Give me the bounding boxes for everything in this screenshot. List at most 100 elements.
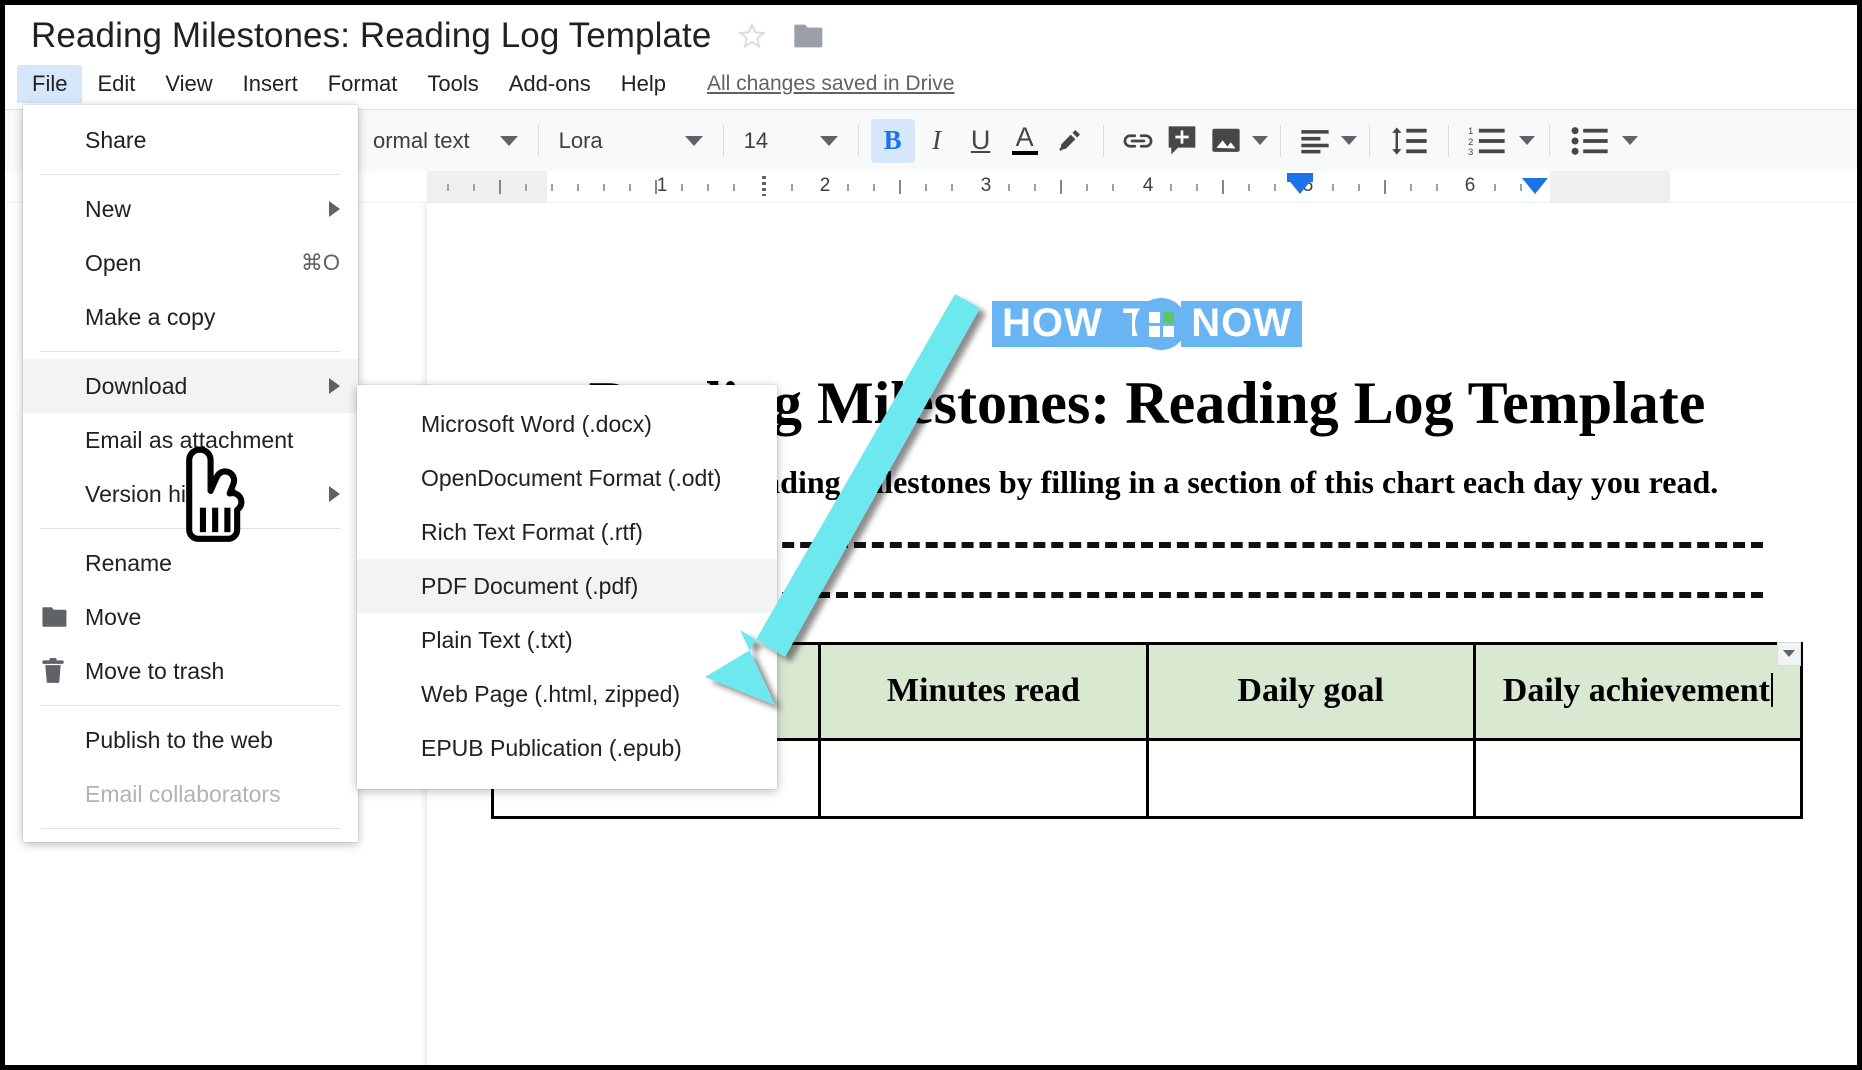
file-menu-item-move-to-trash[interactable]: Move to trash [23, 644, 358, 698]
ruler-right-margin [1550, 171, 1670, 202]
column-header-daily-goal[interactable]: Daily goal [1145, 641, 1476, 741]
download-item-web-page[interactable]: Web Page (.html, zipped) [357, 667, 777, 721]
bulleted-list-chevron-down-icon[interactable] [1621, 136, 1638, 145]
menu-tools[interactable]: Tools [412, 65, 493, 103]
menu-item-label: Move [85, 603, 142, 630]
right-indent-marker[interactable] [1522, 178, 1548, 194]
insert-image-button[interactable] [1204, 119, 1248, 163]
bulleted-list-icon [1571, 126, 1609, 156]
menu-separator [41, 351, 340, 352]
chevron-down-icon [499, 135, 518, 146]
insert-image-icon [1211, 127, 1241, 155]
menu-item-shortcut: ⌘O [300, 250, 340, 275]
align-icon [1300, 128, 1330, 154]
download-item-opendocument-format[interactable]: OpenDocument Format (.odt) [357, 451, 777, 505]
menu-view[interactable]: View [150, 65, 227, 103]
image-menu-chevron-down-icon[interactable] [1251, 136, 1268, 145]
underline-button[interactable]: U [959, 119, 1003, 163]
insert-link-icon [1121, 126, 1155, 156]
brand-logo: HOW T NOW [491, 298, 1803, 350]
folder-icon[interactable] [793, 22, 825, 50]
svg-text:1: 1 [1468, 126, 1473, 137]
table-resize-handle[interactable] [1777, 641, 1801, 666]
column-header-minutes-read[interactable]: Minutes read [818, 641, 1149, 741]
file-menu-item-new[interactable]: New [23, 182, 358, 236]
chevron-down-icon [1783, 650, 1795, 658]
insert-link-button[interactable] [1116, 119, 1160, 163]
ruler-number: 4 [1142, 175, 1154, 196]
star-outline-icon[interactable] [737, 21, 767, 51]
file-menu-item-share[interactable]: Share [23, 113, 358, 167]
toolbar-divider [857, 124, 859, 157]
ruler-left-margin [427, 171, 547, 202]
highlight-pen-icon [1054, 126, 1084, 156]
save-status-link[interactable]: All changes saved in Drive [707, 72, 954, 96]
menu-edit[interactable]: Edit [82, 65, 150, 103]
paragraph-style-select[interactable]: ormal text [365, 128, 526, 154]
file-menu-item-email-collaborators: Email collaborators [23, 767, 358, 821]
highlight-button[interactable] [1047, 119, 1091, 163]
numbered-list-button[interactable]: 1 2 3 [1461, 119, 1513, 163]
add-comment-button[interactable] [1160, 119, 1204, 163]
menu-item-label: New [85, 195, 132, 222]
menu-format[interactable]: Format [313, 65, 413, 103]
pointing-hand-cursor [186, 446, 245, 542]
logo-chart-icon [1135, 298, 1188, 350]
numbered-list-icon: 1 2 3 [1468, 126, 1506, 156]
italic-button[interactable]: I [915, 119, 959, 163]
file-menu-item-make-a-copy[interactable]: Make a copy [23, 290, 358, 344]
tab-stop-marker[interactable] [762, 176, 766, 196]
document-title[interactable]: Reading Milestones: Reading Log Template [31, 16, 711, 56]
left-indent-marker[interactable] [1287, 178, 1313, 194]
ruler-number: 2 [819, 175, 831, 196]
download-item-epub-publication[interactable]: EPUB Publication (.epub) [357, 721, 777, 775]
menu-help[interactable]: Help [606, 65, 681, 103]
chevron-down-icon [819, 135, 838, 146]
file-menu-item-publish-to-the-web[interactable]: Publish to the web [23, 713, 358, 767]
line-spacing-button[interactable] [1382, 119, 1436, 163]
google-docs-window: Reading Milestones: Reading Log Template… [0, 0, 1862, 1070]
submenu-arrow-icon [329, 486, 340, 502]
menu-item-label: Email collaborators [85, 780, 281, 807]
menu-item-label: Rename [85, 549, 172, 576]
toolbar-divider [1102, 124, 1104, 157]
download-item-microsoft-word[interactable]: Microsoft Word (.docx) [357, 397, 777, 451]
table-cell[interactable] [1145, 737, 1476, 819]
table-cell[interactable] [818, 737, 1149, 819]
text-color-letter: A [1015, 121, 1034, 152]
ruler-number: 6 [1464, 175, 1476, 196]
file-menu-item-open[interactable]: Open ⌘O [23, 236, 358, 290]
align-button[interactable] [1293, 119, 1337, 163]
text-color-button[interactable]: A [1003, 119, 1047, 163]
download-item-plain-text[interactable]: Plain Text (.txt) [357, 613, 777, 667]
file-menu-item-download[interactable]: Download [23, 359, 358, 413]
menu-insert[interactable]: Insert [228, 65, 313, 103]
text-cursor [1770, 673, 1773, 708]
download-submenu[interactable]: Microsoft Word (.docx) OpenDocument Form… [357, 385, 777, 789]
text-color-swatch [1011, 151, 1038, 156]
font-family-select[interactable]: Lora [551, 128, 711, 154]
numbered-list-chevron-down-icon[interactable] [1518, 136, 1535, 145]
menu-file[interactable]: File [17, 65, 83, 103]
bulleted-list-button[interactable] [1564, 119, 1616, 163]
menu-item-label: Download [85, 372, 188, 399]
download-item-rich-text-format[interactable]: Rich Text Format (.rtf) [357, 505, 777, 559]
file-menu-item-move[interactable]: Move [23, 590, 358, 644]
toolbar-divider [722, 124, 724, 157]
table-cell[interactable] [1472, 737, 1804, 819]
column-header-daily-achievement[interactable]: Daily achievement [1472, 641, 1804, 741]
paragraph-style-value: ormal text [373, 127, 470, 153]
font-size-value: 14 [743, 127, 769, 153]
toolbar-divider [1368, 124, 1370, 157]
font-family-value: Lora [558, 127, 603, 153]
chevron-down-icon [684, 135, 703, 146]
download-item-pdf-document[interactable]: PDF Document (.pdf) [357, 559, 777, 613]
menu-addons[interactable]: Add-ons [494, 65, 606, 103]
menu-item-label: Move to trash [85, 657, 225, 684]
svg-text:3: 3 [1468, 147, 1473, 156]
align-menu-chevron-down-icon[interactable] [1340, 136, 1357, 145]
menu-bar: File Edit View Insert Format Tools Add-o… [5, 63, 1857, 105]
font-size-select[interactable]: 14 [736, 128, 846, 154]
bold-button[interactable]: B [870, 118, 915, 163]
logo-text-how: HOW [992, 301, 1113, 347]
